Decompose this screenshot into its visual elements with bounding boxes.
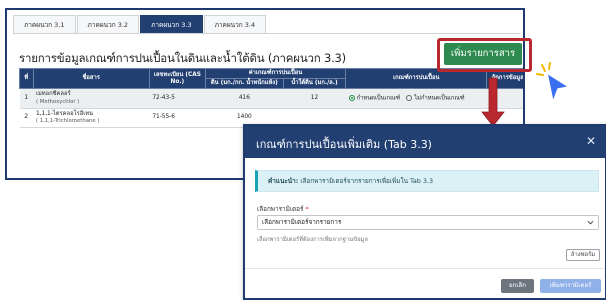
modal-title: เกณฑ์การปนเปื้อนเพิ่มเติม (Tab 3.3) [256,138,432,151]
modal-footer-divider [245,268,605,269]
clear-form-button[interactable]: ล้างฟอร์ม [566,249,600,261]
criteria-radio-group: กำหนดเป็นเกณฑ์ ไม่กำหนดเป็นเกณฑ์ [348,94,484,103]
radio-not-criteria[interactable]: ไม่กำหนดเป็นเกณฑ์ [406,94,465,103]
tab-appendix-3-3[interactable]: ภาคผนวก 3.3 [140,15,203,33]
criteria-table: ที่ ชื่อสาร เลขทะเบียน (CAS No.) ค่าเกณฑ… [19,67,523,129]
add-parameter-modal: เกณฑ์การปนเปื้อนเพิ่มเติม (Tab 3.3) ✕ คำ… [243,124,606,300]
row-number: 1 [19,88,33,109]
hint-alert: คำแนะนำ: เลือกพารามิเตอร์จากรายการเพื่อเ… [255,170,599,192]
parameter-select[interactable]: เลือกพารามิเตอร์จากรายการ [257,215,599,230]
header-soil: ดิน (มก./กก. น้ำหนักแห้ง) [204,78,284,90]
parameter-field-label-text: เลือกพารามิเตอร์ [257,205,304,213]
cas-number: 72-43-5 [149,88,206,109]
substance-name-en: ( 1,1,1-Trichloroethane ) [36,118,100,125]
radio-not-criteria-label: ไม่กำหนดเป็นเกณฑ์ [414,95,465,102]
add-substance-button[interactable]: เพิ่มรายการสาร [444,43,522,65]
pointer-cursor-icon [536,62,570,103]
cancel-button[interactable]: ยกเลิก [501,279,534,293]
required-mark: * [305,205,309,213]
hint-text: เลือกพารามิเตอร์จากรายการเพื่อเพิ่มใน Ta… [298,177,434,185]
parameter-select-value: เลือกพารามิเตอร์จากรายการ [262,218,342,226]
tab-appendix-3-4[interactable]: ภาคผนวก 3.4 [203,15,267,33]
header-groundwater: น้ำใต้ดิน (มก./ล.) [282,78,347,90]
substance-cell: เมทอกซีคลอร์ ( Methoxychlor ) [33,88,150,109]
header-name: ชื่อสาร [32,67,150,90]
parameter-field-label: เลือกพารามิเตอร์ * [257,204,309,214]
header-cas: เลขทะเบียน (CAS No.) [148,67,206,90]
down-arrow-icon [481,77,505,127]
tab-appendix-3-1[interactable]: ภาคผนวก 3.1 [13,15,76,33]
header-criteria-group: ค่าเกณฑ์การปนเปื้อน [204,67,347,80]
parameter-help-text: เลือกพารามิเตอร์ที่ต้องการเพิ่มจากฐานข้อ… [257,237,368,243]
chevron-down-icon [587,220,594,225]
section-title: รายการข้อมูลเกณฑ์การปนเปื้อนในดินและน้ำใ… [19,51,346,65]
radio-checked-icon [348,94,355,101]
tab-divider [13,33,521,34]
cas-number: 71-55-6 [149,108,206,129]
header-no: ที่ [19,67,34,90]
close-icon[interactable]: ✕ [584,134,598,148]
modal-header: เกณฑ์การปนเปื้อนเพิ่มเติม (Tab 3.3) ✕ [245,126,605,158]
substance-name: เมทอกซีคลอร์ [36,91,71,98]
substance-name-en: ( Methoxychlor ) [36,99,80,105]
hint-label: คำแนะนำ: [268,177,299,185]
substance-name: 1,1,1-ไตรคลอโรอีเทน [36,110,94,117]
soil-value: 416 [205,88,284,109]
radio-unchecked-icon [406,94,413,101]
add-parameter-button[interactable]: เพิ่มพารามิเตอร์ [540,279,601,293]
tab-bar: ภาคผนวก 3.1 ภาคผนวก 3.2 ภาคผนวก 3.3 ภาคผ… [13,15,267,33]
criteria-options: กำหนดเป็นเกณฑ์ ไม่กำหนดเป็นเกณฑ์ [345,88,487,109]
tab-appendix-3-2[interactable]: ภาคผนวก 3.2 [76,15,140,33]
radio-set-criteria[interactable]: กำหนดเป็นเกณฑ์ [348,94,401,103]
groundwater-value: 12 [283,88,346,109]
row-number: 2 [19,108,33,129]
radio-set-criteria-label: กำหนดเป็นเกณฑ์ [356,95,401,102]
substance-cell: 1,1,1-ไตรคลอโรอีเทน ( 1,1,1-Trichloroeth… [33,108,150,129]
table-row: 1 เมทอกซีคลอร์ ( Methoxychlor ) 72-43-5 … [19,88,523,109]
